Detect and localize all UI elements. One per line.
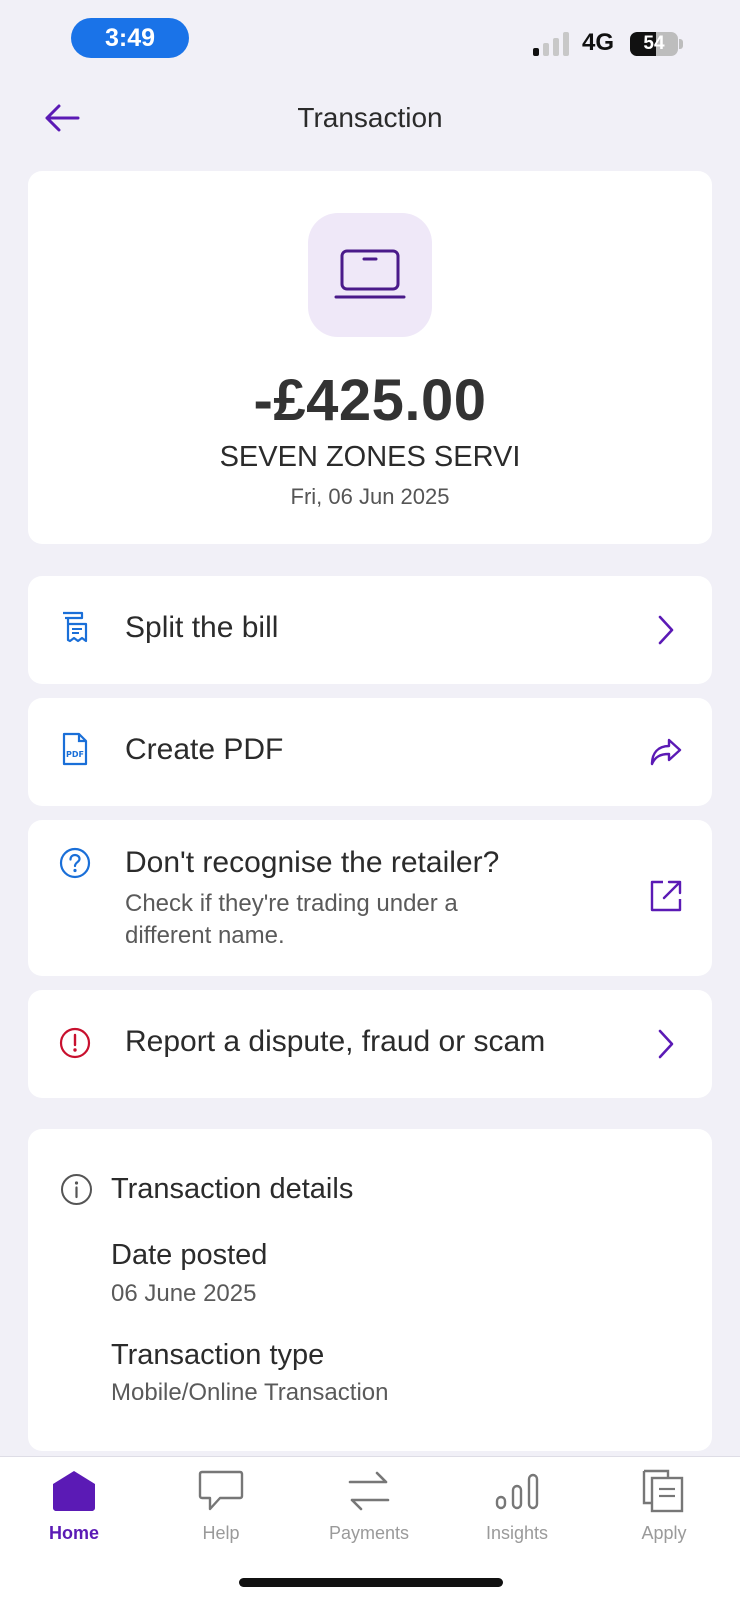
alert-icon bbox=[58, 1026, 92, 1060]
network-type: 4G bbox=[582, 29, 615, 56]
transaction-details-title: Transaction details bbox=[111, 1173, 354, 1205]
tab-home[interactable]: Home bbox=[14, 1465, 134, 1555]
share-icon[interactable] bbox=[648, 734, 684, 770]
retailer-check-subtitle: Check if they're trading under a differe… bbox=[125, 888, 545, 952]
tab-payments[interactable]: Payments bbox=[309, 1465, 429, 1555]
tab-insights[interactable]: Insights bbox=[457, 1465, 577, 1555]
info-icon bbox=[61, 1174, 92, 1205]
transaction-amount: -£425.00 bbox=[253, 368, 487, 433]
transaction-type-value: Mobile/Online Transaction bbox=[111, 1379, 389, 1406]
retailer-check-subtitle-line2: different name. bbox=[125, 922, 285, 949]
external-link-icon bbox=[648, 878, 684, 914]
retailer-check-title: Don't recognise the retailer? bbox=[125, 846, 500, 879]
merchant-name: SEVEN ZONES SERVI bbox=[219, 441, 521, 473]
tab-home-label: Home bbox=[48, 1523, 99, 1543]
bar-chart-icon bbox=[491, 1465, 543, 1517]
transaction-details-card: Transaction details Date posted 06 June … bbox=[28, 1129, 712, 1451]
tab-help[interactable]: Help bbox=[161, 1465, 281, 1555]
split-the-bill-row[interactable]: Split the bill bbox=[28, 576, 712, 684]
tab-help-label: Help bbox=[202, 1523, 240, 1543]
report-dispute-label: Report a dispute, fraud or scam bbox=[125, 1025, 546, 1058]
chevron-right-icon bbox=[648, 612, 684, 648]
transaction-type-label: Transaction type bbox=[111, 1339, 325, 1371]
signal-strength-icon bbox=[533, 30, 573, 56]
status-time: 3:49 bbox=[71, 18, 189, 58]
tab-payments-label: Payments bbox=[328, 1523, 410, 1543]
battery-tip bbox=[679, 39, 683, 49]
battery-icon: 54 bbox=[630, 32, 678, 56]
page-title: Transaction bbox=[297, 102, 443, 133]
transaction-date: Fri, 06 Jun 2025 bbox=[290, 484, 450, 509]
pdf-icon: PDF bbox=[58, 732, 92, 766]
date-posted-value: 06 June 2025 bbox=[111, 1280, 257, 1307]
svg-text:PDF: PDF bbox=[66, 750, 84, 759]
create-pdf-label: Create PDF bbox=[125, 733, 284, 766]
home-icon bbox=[48, 1465, 100, 1517]
merchant-category-badge bbox=[308, 213, 432, 337]
split-the-bill-label: Split the bill bbox=[125, 611, 279, 644]
report-dispute-row[interactable]: Report a dispute, fraud or scam bbox=[28, 990, 712, 1098]
chevron-right-icon bbox=[648, 1026, 684, 1062]
question-icon bbox=[58, 846, 92, 880]
retailer-check-row[interactable]: Don't recognise the retailer? Check if t… bbox=[28, 820, 712, 976]
transaction-details-header: Transaction details bbox=[60, 1173, 353, 1206]
date-posted-label: Date posted bbox=[111, 1239, 268, 1271]
tab-insights-label: Insights bbox=[485, 1523, 549, 1543]
receipt-icon bbox=[58, 610, 92, 644]
laptop-icon bbox=[334, 249, 406, 299]
transfer-arrows-icon bbox=[343, 1465, 395, 1517]
chat-bubble-icon bbox=[195, 1465, 247, 1517]
documents-icon bbox=[638, 1465, 690, 1517]
home-indicator[interactable] bbox=[239, 1578, 503, 1587]
transaction-summary-card: -£425.00 SEVEN ZONES SERVI Fri, 06 Jun 2… bbox=[28, 171, 712, 544]
retailer-check-subtitle-line1: Check if they're trading under a bbox=[125, 890, 458, 917]
tab-apply[interactable]: Apply bbox=[604, 1465, 724, 1555]
battery-level: 54 bbox=[643, 33, 665, 54]
tab-apply-label: Apply bbox=[641, 1523, 687, 1543]
create-pdf-row[interactable]: PDF Create PDF bbox=[28, 698, 712, 806]
status-bar: 3:49 4G 54 bbox=[0, 0, 740, 80]
